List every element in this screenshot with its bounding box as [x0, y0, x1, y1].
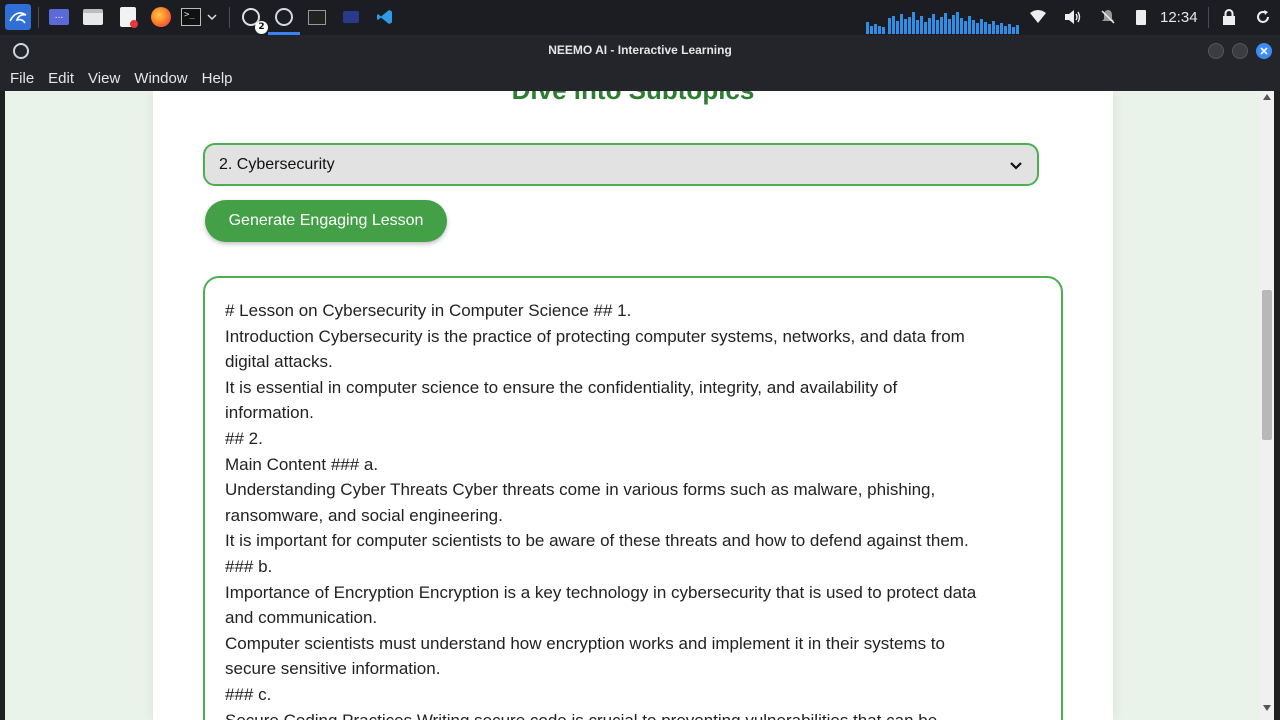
terminal-window-icon[interactable] — [306, 6, 328, 28]
lesson-line: ransomware, and social engineering. — [225, 505, 503, 525]
minimize-button[interactable] — [1208, 43, 1224, 59]
workspace-icon[interactable]: ... — [48, 6, 70, 28]
menu-edit[interactable]: Edit — [42, 66, 80, 91]
kali-menu-icon[interactable] — [5, 4, 31, 30]
lesson-line: It is essential in computer science to e… — [225, 377, 898, 397]
file-manager-icon[interactable] — [82, 6, 104, 28]
generate-lesson-button[interactable]: Generate Engaging Lesson — [205, 200, 447, 242]
scroll-up-arrow-icon[interactable] — [1263, 94, 1271, 100]
lesson-line: # Lesson on Cybersecurity in Computer Sc… — [225, 301, 632, 320]
lesson-line: secure sensitive information. — [225, 659, 441, 679]
window-right-edge — [1274, 91, 1280, 720]
vscode-icon[interactable] — [374, 6, 396, 28]
lesson-line: digital attacks. — [225, 352, 333, 372]
lesson-line: information. — [225, 403, 314, 423]
lesson-line: ### b. — [225, 556, 273, 576]
lesson-line: ## 2. — [225, 428, 263, 448]
chevron-down-icon[interactable] — [204, 6, 220, 28]
section-heading: Dive into Subtopics — [153, 91, 1113, 106]
lesson-line: ### c. — [225, 684, 272, 704]
taskbar-separator — [1208, 7, 1209, 28]
text-editor-icon[interactable] — [117, 6, 139, 28]
page-viewport: Dive into Subtopics 2. Cybersecurity Gen… — [0, 91, 1280, 720]
lesson-line: Introduction Cybersecurity is the practi… — [225, 326, 965, 346]
taskbar-separator — [38, 7, 39, 28]
lesson-line: Computer scientists must understand how … — [225, 633, 945, 653]
window-title: NEEMO AI - Interactive Learning — [548, 43, 732, 57]
close-icon — [1260, 47, 1268, 55]
menu-view[interactable]: View — [82, 66, 126, 91]
taskbar-separator — [229, 7, 230, 28]
menu-help[interactable]: Help — [196, 66, 239, 91]
window-titlebar[interactable]: NEEMO AI - Interactive Learning — [0, 35, 1280, 66]
subtopic-select-value: 2. Cybersecurity — [219, 155, 335, 173]
scrollbar-thumb[interactable] — [1262, 290, 1272, 440]
menubar: File Edit View Window Help — [0, 66, 1280, 91]
wifi-icon[interactable] — [1027, 6, 1049, 28]
scroll-down-arrow-icon[interactable] — [1263, 705, 1271, 711]
taskbar: ... >_ 2 12:34 — [0, 0, 1280, 35]
lock-icon[interactable] — [1218, 6, 1240, 28]
window-left-edge — [0, 91, 5, 720]
menu-window[interactable]: Window — [128, 66, 193, 91]
neemo-app-icon[interactable] — [273, 6, 295, 28]
window-count-badge: 2 — [255, 21, 268, 34]
power-refresh-icon[interactable] — [1252, 6, 1274, 28]
maximize-button[interactable] — [1232, 43, 1248, 59]
content-card: Dive into Subtopics 2. Cybersecurity Gen… — [153, 91, 1113, 720]
chevron-down-icon — [1010, 161, 1022, 170]
battery-icon — [1130, 6, 1152, 28]
menu-file[interactable]: File — [4, 66, 40, 91]
lesson-line: It is important for computer scientists … — [225, 531, 969, 551]
subtopic-select[interactable]: 2. Cybersecurity — [203, 143, 1039, 186]
workspace-switch-icon[interactable] — [340, 6, 362, 28]
close-button[interactable] — [1256, 43, 1272, 59]
lesson-output: # Lesson on Cybersecurity in Computer Sc… — [203, 276, 1063, 720]
lesson-line: Importance of Encryption Encryption is a… — [225, 582, 977, 602]
terminal-icon[interactable]: >_ — [180, 6, 202, 28]
audio-visualizer — [866, 12, 1019, 34]
lesson-line: Understanding Cyber Threats Cyber threat… — [225, 480, 936, 500]
notifications-muted-icon[interactable] — [1097, 6, 1119, 28]
clock: 12:34 — [1160, 9, 1198, 26]
chatgpt-icon[interactable]: 2 — [240, 6, 268, 34]
volume-icon[interactable] — [1062, 6, 1084, 28]
lesson-line: Secure Coding Practices Writing secure c… — [225, 710, 938, 720]
lesson-line: and communication. — [225, 608, 378, 628]
firefox-icon[interactable] — [150, 6, 172, 28]
lesson-line: Main Content ### a. — [225, 454, 379, 474]
